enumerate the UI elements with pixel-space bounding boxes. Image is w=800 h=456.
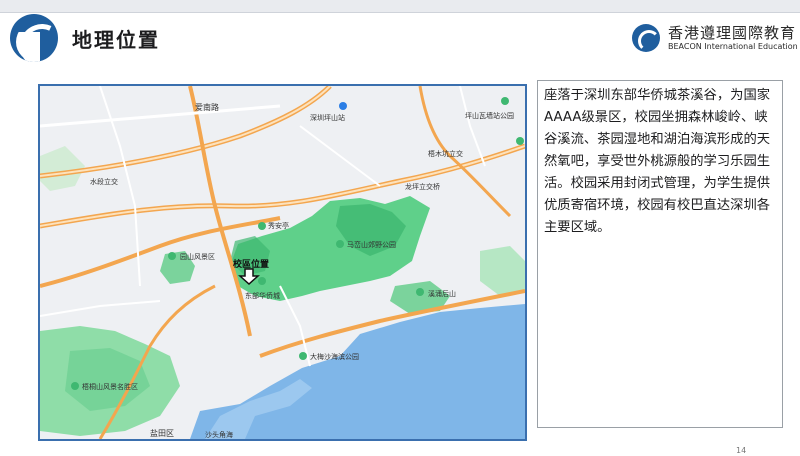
map-label-campus: 校區位置 bbox=[233, 258, 269, 270]
map-label-donghua: 东部华侨城 bbox=[245, 291, 280, 300]
brand-name-cn: 香港遵理國際教育 bbox=[668, 24, 797, 42]
map-label-xinmu: 梧木坑立交 bbox=[428, 149, 463, 158]
scenic-pin-icon bbox=[168, 252, 176, 260]
top-bar bbox=[0, 0, 800, 13]
map-canvas: 爱南路 深圳坪山站 坪山瓦墙站公园 梧木坑立交 水段立交 龙坪立交桥 秀安亭 园… bbox=[40, 86, 525, 439]
attraction-pin-icon bbox=[258, 277, 266, 285]
map-label-wutongshan: 梧桐山风景名胜区 bbox=[82, 382, 138, 391]
map-label-aihu-road: 爱南路 bbox=[195, 102, 219, 112]
park-pin-icon bbox=[501, 97, 509, 105]
beach-park-pin-icon bbox=[299, 352, 307, 360]
metro-station-icon bbox=[339, 102, 347, 110]
map-label-shatou: 沙头角海 bbox=[205, 430, 233, 439]
description-box: 座落于深圳东部华侨城茶溪谷，为国家AAAA级景区，校园坐拥森林峻岭、峡谷溪流、茶… bbox=[537, 80, 783, 428]
beacon-logo-icon bbox=[632, 24, 660, 52]
map-label-pingshan-park: 坪山瓦墙站公园 bbox=[465, 111, 514, 120]
brand-block: 香港遵理國際教育 BEACON International Education bbox=[632, 22, 798, 58]
description-text: 座落于深圳东部华侨城茶溪谷，为国家AAAA级景区，校园坐拥森林峻岭、峡谷溪流、茶… bbox=[544, 88, 771, 235]
scenic-pin-icon bbox=[71, 382, 79, 390]
map-label-yuanshan: 园山风景区 bbox=[180, 252, 215, 261]
map-label-longping: 龙坪立交桥 bbox=[405, 182, 440, 191]
brand-name-en: BEACON International Education bbox=[668, 42, 798, 51]
park-pin-icon bbox=[336, 240, 344, 248]
map-label-yantian: 盐田区 bbox=[150, 428, 174, 438]
page-title: 地理位置 bbox=[72, 28, 160, 52]
map-label-xisha: 溪涌后山 bbox=[428, 289, 456, 298]
hill-pin-icon bbox=[416, 288, 424, 296]
map-label-xiuan: 秀安亭 bbox=[268, 221, 289, 230]
map-label-pingshan-station: 深圳坪山站 bbox=[310, 113, 345, 122]
map-label-malanshan: 马峦山郊野公园 bbox=[347, 240, 396, 249]
pavilion-pin-icon bbox=[258, 222, 266, 230]
location-map[interactable]: 爱南路 深圳坪山站 坪山瓦墙站公园 梧木坑立交 水段立交 龙坪立交桥 秀安亭 园… bbox=[38, 84, 527, 441]
brand-logo-icon bbox=[10, 14, 58, 62]
map-label-shuijing: 水段立交 bbox=[90, 177, 118, 186]
park-pin-icon bbox=[516, 137, 524, 145]
page-number: 14 bbox=[736, 446, 747, 455]
map-label-dameisha: 大梅沙海滨公园 bbox=[310, 352, 359, 361]
